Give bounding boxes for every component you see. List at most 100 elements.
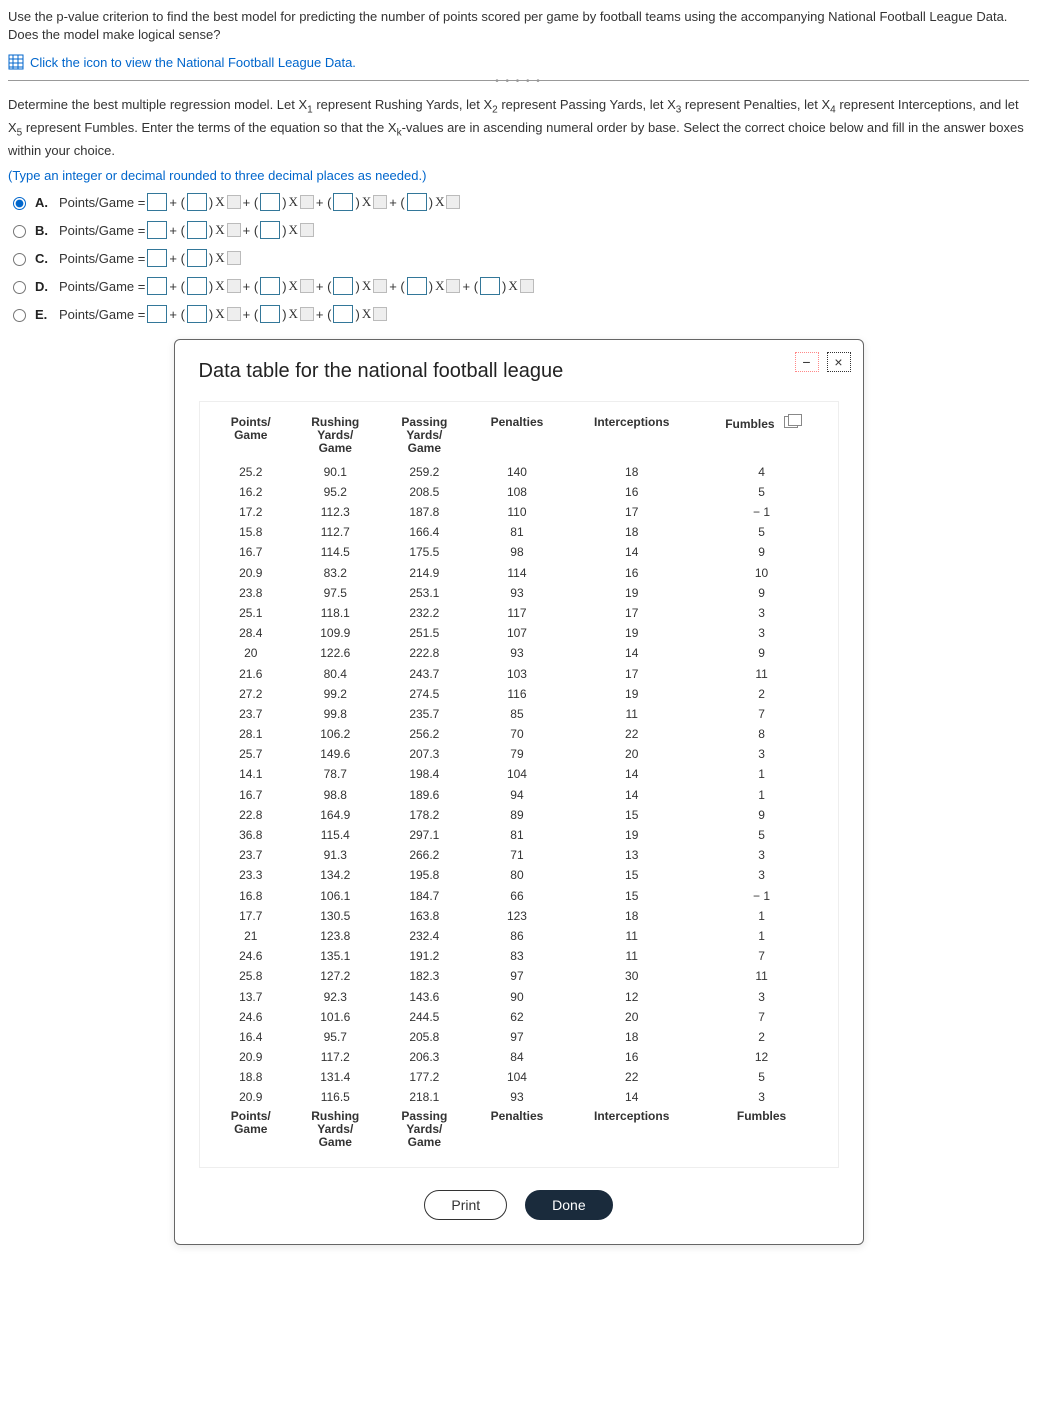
table-row: 17.2112.3187.811017− 1	[212, 502, 826, 522]
done-button[interactable]: Done	[525, 1190, 612, 1220]
col-footer: PassingYards/Game	[381, 1108, 469, 1156]
table-cell: 3	[698, 744, 826, 764]
choice-d[interactable]: D. Points/Game = + ( ) X + ( ) X + ( ) X…	[8, 277, 1029, 295]
coef-input[interactable]	[187, 305, 207, 323]
table-cell: 13	[566, 845, 698, 865]
table-cell: 101.6	[290, 1007, 381, 1027]
sub-input[interactable]	[373, 279, 387, 293]
intercept-input[interactable]	[147, 305, 167, 323]
table-row: 16.295.2208.5108165	[212, 482, 826, 502]
coef-input[interactable]	[333, 277, 353, 295]
table-cell: 5	[698, 1067, 826, 1087]
sub-input[interactable]	[300, 307, 314, 321]
table-cell: 110	[468, 502, 566, 522]
table-row: 20122.6222.893149	[212, 643, 826, 663]
table-row: 23.799.8235.785117	[212, 704, 826, 724]
radio-e[interactable]	[13, 309, 26, 322]
table-cell: 166.4	[381, 522, 469, 542]
coef-input[interactable]	[333, 193, 353, 211]
radio-d[interactable]	[13, 281, 26, 294]
sub-input[interactable]	[446, 195, 460, 209]
choice-e[interactable]: E. Points/Game = + ( ) X + ( ) X + ( ) X	[8, 305, 1029, 323]
data-link[interactable]: Click the icon to view the National Foot…	[8, 54, 1029, 70]
table-cell: 117.2	[290, 1047, 381, 1067]
table-cell: 21	[212, 926, 291, 946]
table-cell: 178.2	[381, 805, 469, 825]
table-cell: 189.6	[381, 785, 469, 805]
coef-input[interactable]	[333, 305, 353, 323]
print-button[interactable]: Print	[424, 1190, 507, 1220]
table-cell: 97.5	[290, 583, 381, 603]
table-cell: 22	[566, 1067, 698, 1087]
table-row: 25.1118.1232.2117173	[212, 603, 826, 623]
table-cell: 81	[468, 522, 566, 542]
coef-input[interactable]	[187, 277, 207, 295]
col-header: RushingYards/Game	[290, 414, 381, 462]
table-cell: 3	[698, 623, 826, 643]
choice-b[interactable]: B. Points/Game = + ( ) X + ( ) X	[8, 221, 1029, 239]
col-footer: Penalties	[468, 1108, 566, 1156]
table-cell: 222.8	[381, 643, 469, 663]
table-row: 16.495.7205.897182	[212, 1027, 826, 1047]
coef-input[interactable]	[260, 193, 280, 211]
sub-input[interactable]	[227, 279, 241, 293]
coef-input[interactable]	[407, 193, 427, 211]
sub-input[interactable]	[300, 223, 314, 237]
choice-c[interactable]: C. Points/Game = + ( ) X	[8, 249, 1029, 267]
sub-input[interactable]	[373, 195, 387, 209]
table-cell: 9	[698, 542, 826, 562]
sub-input[interactable]	[300, 279, 314, 293]
coef-input[interactable]	[260, 221, 280, 239]
coef-input[interactable]	[187, 193, 207, 211]
table-cell: 1	[698, 764, 826, 784]
table-cell: 16.7	[212, 785, 291, 805]
coef-input[interactable]	[187, 249, 207, 267]
table-cell: 18.8	[212, 1067, 291, 1087]
sub-input[interactable]	[227, 223, 241, 237]
table-cell: 195.8	[381, 865, 469, 885]
radio-a[interactable]	[13, 197, 26, 210]
choice-a[interactable]: A. Points/Game = + ( ) X + ( ) X + ( ) X…	[8, 193, 1029, 211]
table-row: 13.792.3143.690123	[212, 987, 826, 1007]
table-cell: 118.1	[290, 603, 381, 623]
sub-input[interactable]	[373, 307, 387, 321]
intercept-input[interactable]	[147, 249, 167, 267]
sub-input[interactable]	[227, 251, 241, 265]
table-cell: 25.7	[212, 744, 291, 764]
sub-input[interactable]	[446, 279, 460, 293]
table-row: 23.897.5253.193199	[212, 583, 826, 603]
sub-input[interactable]	[227, 307, 241, 321]
table-cell: 93	[468, 643, 566, 663]
intercept-input[interactable]	[147, 277, 167, 295]
table-cell: 116.5	[290, 1087, 381, 1107]
minimize-button[interactable]: −	[795, 352, 819, 372]
intercept-input[interactable]	[147, 193, 167, 211]
table-row: 25.7149.6207.379203	[212, 744, 826, 764]
table-cell: 16.7	[212, 542, 291, 562]
table-cell: 198.4	[381, 764, 469, 784]
sub-input[interactable]	[520, 279, 534, 293]
intercept-input[interactable]	[147, 221, 167, 239]
copy-icon[interactable]	[784, 416, 798, 428]
table-cell: 23.3	[212, 865, 291, 885]
table-cell: 11	[698, 664, 826, 684]
table-cell: 122.6	[290, 643, 381, 663]
col-footer: Points/Game	[212, 1108, 291, 1156]
table-cell: 20	[566, 1007, 698, 1027]
close-button[interactable]: ×	[827, 352, 851, 372]
coef-input[interactable]	[407, 277, 427, 295]
sub-input[interactable]	[227, 195, 241, 209]
table-cell: 7	[698, 946, 826, 966]
table-cell: 13.7	[212, 987, 291, 1007]
table-cell: 127.2	[290, 966, 381, 986]
coef-input[interactable]	[260, 277, 280, 295]
radio-b[interactable]	[13, 225, 26, 238]
table-cell: 253.1	[381, 583, 469, 603]
radio-c[interactable]	[13, 253, 26, 266]
table-cell: 214.9	[381, 563, 469, 583]
sub-input[interactable]	[300, 195, 314, 209]
coef-input[interactable]	[260, 305, 280, 323]
coef-input[interactable]	[187, 221, 207, 239]
coef-input[interactable]	[480, 277, 500, 295]
table-cell: 81	[468, 825, 566, 845]
